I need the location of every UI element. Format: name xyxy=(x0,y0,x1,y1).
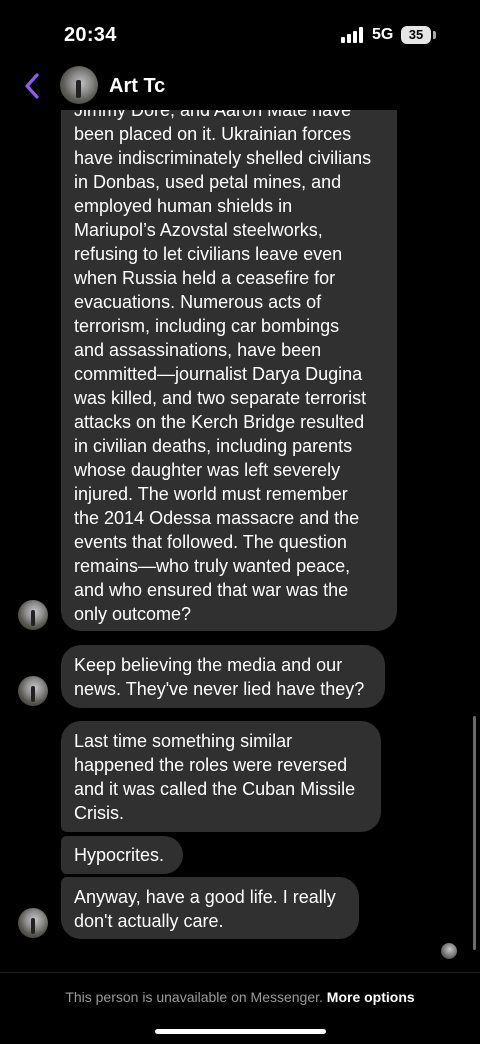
network-type: 5G xyxy=(372,26,394,43)
signal-strength-icon xyxy=(341,27,365,43)
footer-text: This person is unavailable on Messenger.… xyxy=(0,989,480,1005)
status-bar: 20:34 5G 35 xyxy=(0,0,480,64)
message-thread[interactable]: Jimmy Dore, and Aaron Maté have been pla… xyxy=(0,110,480,972)
message-bubble[interactable]: Anyway, have a good life. I really don't… xyxy=(61,877,359,939)
unavailable-notice: This person is unavailable on Messenger. xyxy=(65,989,323,1005)
battery-tip xyxy=(433,31,436,39)
home-indicator[interactable] xyxy=(155,1029,326,1034)
contact-name[interactable]: Art Tc xyxy=(109,75,165,98)
unavailable-footer: This person is unavailable on Messenger.… xyxy=(0,972,480,1044)
message-text: Hypocrites. xyxy=(74,845,165,865)
contact-avatar-small[interactable] xyxy=(18,676,48,706)
message-text: Jimmy Dore, and Aaron Maté have been pla… xyxy=(74,110,372,624)
message-text: Anyway, have a good life. I really don't… xyxy=(74,887,336,931)
message-text: Last time something similar happened the… xyxy=(74,731,356,823)
message-bubble[interactable]: Last time something similar happened the… xyxy=(61,721,381,832)
battery-icon: 35 xyxy=(401,26,431,44)
contact-avatar[interactable] xyxy=(60,66,98,104)
status-time: 20:34 xyxy=(64,24,117,46)
back-button[interactable] xyxy=(22,70,44,102)
message-bubble[interactable]: Jimmy Dore, and Aaron Maté have been pla… xyxy=(61,110,397,631)
conversation-header: Art Tc xyxy=(0,64,480,110)
message-text: Keep believing the media and our news. T… xyxy=(74,655,365,699)
contact-avatar-small[interactable] xyxy=(18,600,48,630)
message-bubble[interactable]: Keep believing the media and our news. T… xyxy=(61,645,385,708)
scrollbar[interactable] xyxy=(473,716,476,950)
contact-avatar-small[interactable] xyxy=(18,908,48,938)
read-receipt-avatar xyxy=(441,943,457,959)
more-options-link[interactable]: More options xyxy=(327,989,415,1005)
chevron-left-icon xyxy=(25,73,39,99)
message-bubble[interactable]: Hypocrites. xyxy=(61,836,183,874)
